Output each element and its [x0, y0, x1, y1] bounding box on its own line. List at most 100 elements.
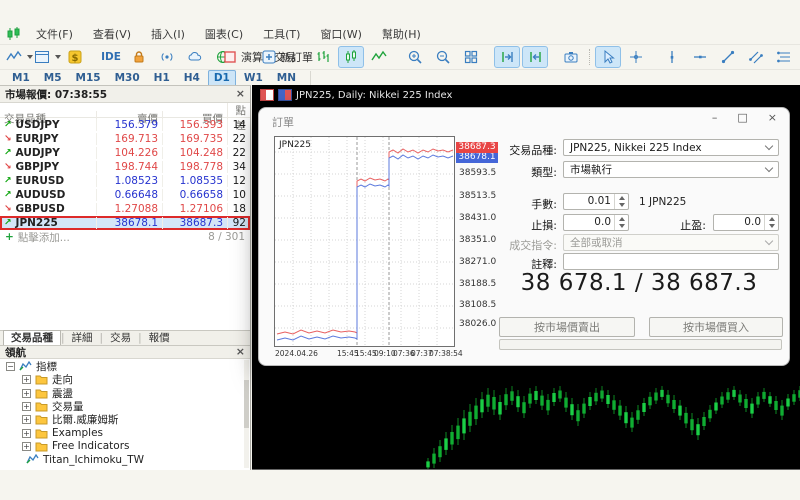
timeframe-mn[interactable]: MN — [271, 70, 302, 87]
tab-ticks[interactable]: 報價 — [142, 332, 177, 345]
menu-insert[interactable]: 插入(I) — [141, 24, 195, 44]
signal-icon — [159, 49, 175, 65]
deposit-button[interactable]: $ — [62, 46, 88, 68]
symbol-row-jpn225[interactable]: ↗ JPN225 38678.1 38687.3 92 — [0, 216, 250, 230]
tile-windows-button[interactable] — [458, 46, 484, 68]
price-scale-label: 38108.5 — [459, 300, 497, 310]
expand-icon[interactable]: + — [22, 428, 31, 438]
spinner-arrows-icon[interactable] — [614, 194, 628, 209]
market-watch-columns: 交易品種 賣價 買價 點差 — [0, 103, 250, 133]
line-chart-button[interactable] — [366, 46, 392, 68]
expand-icon[interactable]: + — [22, 441, 31, 451]
candle-chart-button[interactable] — [338, 46, 364, 68]
add-symbol-row[interactable]: + 點擊添加... 8 / 301 — [0, 230, 250, 244]
tab-symbols[interactable]: 交易品種 — [3, 330, 61, 345]
tree-item-free-indicators[interactable]: + Free Indicators — [0, 440, 244, 453]
menu-window[interactable]: 窗口(W) — [310, 24, 371, 44]
chart-type-button[interactable] — [5, 46, 33, 68]
stop-loss-stepper[interactable]: 0.0 — [563, 214, 629, 231]
channel-button[interactable] — [743, 46, 769, 68]
timeframe-m1[interactable]: M1 — [6, 70, 36, 87]
menu-tools[interactable]: 工具(T) — [253, 24, 310, 44]
volume-stepper[interactable]: 0.01 — [563, 193, 629, 210]
close-icon[interactable]: × — [768, 111, 777, 124]
auto-scroll-button[interactable] — [494, 46, 520, 68]
symbol-row-audusd[interactable]: ↗ AUDUSD 0.66648 0.66658 10 — [0, 188, 250, 202]
menu-file[interactable]: 文件(F) — [26, 24, 83, 44]
tree-item--[interactable]: + 交易量 — [0, 400, 244, 413]
symbol-row-gbpusd[interactable]: ↘ GBPUSD 1.27088 1.27106 18 — [0, 202, 250, 216]
comment-input[interactable] — [563, 253, 779, 270]
crosshair-button[interactable] — [623, 46, 649, 68]
buy-by-market-button[interactable]: 按市場價買入 — [649, 317, 783, 337]
zoom-in-button[interactable] — [402, 46, 428, 68]
tree-item--[interactable]: + 比爾.威廉姆斯 — [0, 413, 244, 426]
fibonacci-button[interactable] — [771, 46, 797, 68]
symbol-row-eurjpy[interactable]: ↘ EURJPY 169.713 169.735 22 — [0, 132, 250, 146]
menu-charts[interactable]: 圖表(C) — [195, 24, 253, 44]
tab-trade[interactable]: 交易 — [103, 332, 138, 345]
take-profit-stepper[interactable]: 0.0 — [713, 214, 779, 231]
dropdown-caret-icon — [26, 55, 33, 59]
timeframe-m5[interactable]: M5 — [38, 70, 68, 87]
spinner-arrows-icon[interactable] — [764, 215, 778, 230]
collapse-icon[interactable]: − — [6, 362, 15, 372]
chart-shift-button[interactable] — [522, 46, 548, 68]
chevron-down-icon — [764, 236, 774, 246]
time-scale-label: 07:38:54 — [429, 349, 463, 358]
symbol-row-usdjpy[interactable]: ↗ USDJPY 156.379 156.393 14 — [0, 118, 250, 132]
up-arrow-icon: ↗ — [4, 217, 12, 228]
zoom-out-icon — [435, 49, 451, 65]
timeframe-d1[interactable]: D1 — [207, 69, 236, 87]
symbol-row-audjpy[interactable]: ↗ AUDJPY 104.226 104.248 22 — [0, 146, 250, 160]
symbol-select[interactable]: JPN225, Nikkei 225 Index — [563, 139, 779, 156]
expand-icon[interactable]: + — [22, 402, 31, 412]
tree-item-examples[interactable]: + Examples — [0, 426, 244, 439]
minimize-icon[interactable]: – — [712, 111, 718, 124]
bar-chart-button[interactable] — [310, 46, 336, 68]
order-dialog: 訂單 – □ × JPN225 38678.1 38687.3 38593.5 385… — [258, 107, 790, 366]
chart-window-title: JPN225, Daily: Nikkei 225 Index — [296, 89, 453, 101]
expand-icon[interactable]: + — [22, 375, 31, 385]
timeframe-h4[interactable]: H4 — [178, 70, 206, 87]
menu-view[interactable]: 查看(V) — [83, 24, 141, 44]
type-select[interactable]: 市場執行 — [563, 161, 779, 178]
lock-icon — [131, 49, 147, 65]
up-arrow-icon: ↗ — [4, 147, 12, 158]
expand-icon[interactable]: + — [22, 415, 31, 425]
zoom-out-button[interactable] — [430, 46, 456, 68]
market-watch-rows: ↗ USDJPY 156.379 156.393 14 ↘ EURJPY 169.713 169… — [0, 118, 250, 230]
cursor-button[interactable] — [595, 46, 621, 68]
tree-item-titan_ichimoku_tw[interactable]: Titan_Ichimoku_TW — [0, 453, 244, 466]
ide-button[interactable]: IDE — [98, 46, 124, 68]
timeframe-h1[interactable]: H1 — [148, 70, 176, 87]
profiles-button[interactable] — [34, 46, 61, 68]
tree-item--[interactable]: + 走向 — [0, 373, 244, 386]
trendline-button[interactable] — [715, 46, 741, 68]
up-arrow-icon: ↗ — [4, 189, 12, 200]
navigator-scrollbar[interactable] — [244, 360, 249, 468]
symbol-row-eurusd[interactable]: ↗ EURUSD 1.08523 1.08535 12 — [0, 174, 250, 188]
cloud-button[interactable] — [182, 46, 208, 68]
screenshot-button[interactable] — [558, 46, 584, 68]
symbol-row-gbpjpy[interactable]: ↘ GBPJPY 198.744 198.778 34 — [0, 160, 250, 174]
navigator-close-icon[interactable]: × — [236, 346, 245, 357]
maximize-icon[interactable]: □ — [737, 111, 747, 124]
horizontal-line-button[interactable] — [687, 46, 713, 68]
lock-button[interactable] — [126, 46, 152, 68]
tree-item--[interactable]: − 指標 — [0, 360, 244, 373]
expand-icon[interactable]: + — [22, 388, 31, 398]
market-watch-close-icon[interactable]: × — [236, 88, 245, 99]
timeframe-w1[interactable]: W1 — [238, 70, 269, 87]
sell-by-market-button[interactable]: 按市場價賣出 — [499, 317, 635, 337]
spinner-arrows-icon[interactable] — [614, 215, 628, 230]
indicator-icon — [26, 454, 39, 465]
timeframe-m30[interactable]: M30 — [109, 70, 146, 87]
timeframe-m15[interactable]: M15 — [70, 70, 107, 87]
new-order-button[interactable]: 新訂單 — [262, 46, 313, 68]
vertical-line-button[interactable] — [659, 46, 685, 68]
tree-item--[interactable]: + 震盪 — [0, 387, 244, 400]
menu-help[interactable]: 幫助(H) — [372, 24, 431, 44]
signals-button[interactable] — [154, 46, 180, 68]
tab-details[interactable]: 詳細 — [65, 332, 100, 345]
